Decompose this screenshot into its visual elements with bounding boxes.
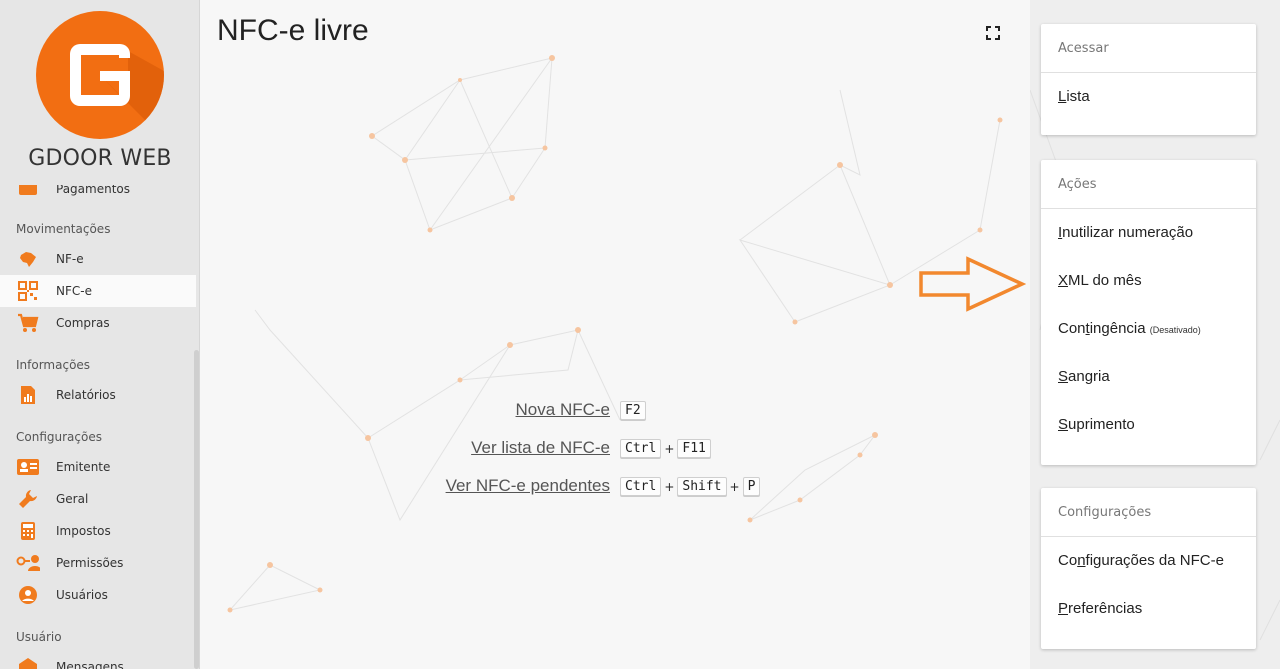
accelerator: P xyxy=(1058,600,1069,617)
ver-nfce-pendentes-link[interactable]: Ver NFC-e pendentes xyxy=(446,476,610,496)
sidebar-nav: Pagamentos Movimentações NF-e NFC-e Comp… xyxy=(0,175,196,669)
menu-item-label: ML do mês xyxy=(1068,272,1142,289)
wrench-icon xyxy=(16,489,40,509)
sidebar-item-label: Usuários xyxy=(56,588,108,602)
sidebar-item-label: Relatórios xyxy=(56,388,116,402)
shortcut-row: Nova NFC-e xyxy=(200,400,610,424)
key-ctrl: Ctrl xyxy=(620,477,662,496)
sidebar-item-label: NFC-e xyxy=(56,284,92,298)
card-configuracoes: Configurações Configurações da NFC-e Pre… xyxy=(1041,488,1256,649)
brand-name: GDOOR WEB xyxy=(28,146,172,171)
key-shift: Shift xyxy=(677,477,727,496)
sidebar-item-relatorios[interactable]: Relatórios xyxy=(0,379,196,411)
menu-item-label: Co xyxy=(1058,552,1078,569)
sidebar-item-label: NF-e xyxy=(56,252,84,266)
calculator-icon xyxy=(16,521,40,541)
key-f2: F2 xyxy=(620,401,646,420)
shortcut-row: Ver NFC-e pendentes xyxy=(200,476,610,500)
sidebar-section-title: Usuário xyxy=(16,630,62,644)
menu-item-sangria[interactable]: Sangria xyxy=(1041,353,1256,401)
disabled-note: (Desativado) xyxy=(1149,325,1201,335)
shopping-cart-icon xyxy=(16,313,40,333)
plus-sign: + xyxy=(664,479,675,494)
key-f11: F11 xyxy=(677,439,711,458)
plus-sign: + xyxy=(729,479,740,494)
sidebar-item-nfe[interactable]: NF-e xyxy=(0,243,196,275)
card-title: Acessar xyxy=(1041,24,1256,73)
sidebar-section-title: Informações xyxy=(16,358,91,372)
sidebar-item-compras[interactable]: Compras xyxy=(0,307,196,339)
menu-item-xml-do-mes[interactable]: XML do mês xyxy=(1041,257,1256,305)
sidebar-item-label: Emitente xyxy=(56,460,111,474)
sidebar-section-title: Movimentações xyxy=(16,222,111,236)
menu-item-suprimento[interactable]: Suprimento xyxy=(1041,401,1256,449)
shortcut-keys: F2 xyxy=(620,401,646,420)
arrow-right-icon xyxy=(919,256,1026,312)
card-acessar: Acessar Lista xyxy=(1041,24,1256,135)
sidebar: Pagamentos Movimentações NF-e NFC-e Comp… xyxy=(0,0,200,669)
sidebar-item-mensagens[interactable]: Mensagens xyxy=(0,651,196,669)
key-p: P xyxy=(742,477,761,496)
id-card-icon xyxy=(16,457,40,477)
report-icon xyxy=(16,385,40,405)
menu-item-label: referências xyxy=(1068,600,1143,617)
actions-panel: Acessar Lista Ações Inutilizar numeração… xyxy=(1030,0,1280,669)
sidebar-item-permissoes[interactable]: Permissões xyxy=(0,547,196,579)
card-title: Ações xyxy=(1041,160,1256,209)
shortcut-row: Ver lista de NFC-e xyxy=(200,438,610,462)
menu-item-label: nutilizar numeração xyxy=(1062,224,1194,241)
nova-nfce-link[interactable]: Nova NFC-e xyxy=(516,400,610,420)
sidebar-scrollbar[interactable] xyxy=(194,350,199,669)
ver-lista-nfce-link[interactable]: Ver lista de NFC-e xyxy=(471,438,610,458)
user-icon xyxy=(16,585,40,605)
menu-item-label: Con xyxy=(1058,320,1086,337)
accelerator: n xyxy=(1077,552,1086,569)
network-background xyxy=(227,55,1003,613)
sidebar-section-title: Configurações xyxy=(16,430,102,444)
sidebar-item-emitente[interactable]: Emitente xyxy=(0,451,196,483)
menu-item-label: angria xyxy=(1068,368,1110,385)
menu-item-configuracoes-nfce[interactable]: Configurações da NFC-e xyxy=(1041,537,1256,585)
key-user-icon xyxy=(16,553,40,573)
menu-item-lista[interactable]: Lista xyxy=(1041,73,1256,121)
menu-item-label: ingência xyxy=(1089,320,1146,337)
accelerator: X xyxy=(1058,272,1069,289)
menu-item-label: uprimento xyxy=(1068,416,1135,433)
shortcut-keys: Ctrl + F11 xyxy=(620,439,711,458)
main-content: NFC-e livre Nova NFC-e F2 Ver lista de N… xyxy=(200,0,1039,669)
logo-area: GDOOR WEB xyxy=(0,0,199,185)
menu-item-label: figurações da NFC-e xyxy=(1085,552,1224,569)
menu-item-label: ista xyxy=(1066,88,1090,105)
message-icon xyxy=(16,657,40,669)
accelerator: S xyxy=(1058,368,1069,385)
sidebar-item-label: Compras xyxy=(56,316,110,330)
fullscreen-icon[interactable] xyxy=(986,26,1000,40)
key-ctrl: Ctrl xyxy=(620,439,662,458)
sidebar-item-impostos[interactable]: Impostos xyxy=(0,515,196,547)
sidebar-item-label: Geral xyxy=(56,492,89,506)
menu-item-contingencia[interactable]: Contingência (Desativado) xyxy=(1041,305,1256,353)
card-title: Configurações xyxy=(1041,488,1256,537)
card-acoes: Ações Inutilizar numeração XML do mês Co… xyxy=(1041,160,1256,465)
sidebar-item-label: Mensagens xyxy=(56,660,124,669)
brazil-map-icon xyxy=(16,249,40,269)
sidebar-item-usuarios[interactable]: Usuários xyxy=(0,579,196,611)
sidebar-item-label: Permissões xyxy=(56,556,124,570)
gdoor-logo[interactable] xyxy=(36,11,164,139)
menu-item-preferencias[interactable]: Preferências xyxy=(1041,585,1256,633)
accelerator: S xyxy=(1058,416,1069,433)
shortcut-keys: Ctrl + Shift + P xyxy=(620,477,761,496)
plus-sign: + xyxy=(664,441,675,456)
page-title: NFC-e livre xyxy=(217,14,369,47)
sidebar-item-label: Impostos xyxy=(56,524,111,538)
menu-item-inutilizar-numeracao[interactable]: Inutilizar numeração xyxy=(1041,209,1256,257)
sidebar-item-geral[interactable]: Geral xyxy=(0,483,196,515)
qr-code-icon xyxy=(16,281,40,301)
sidebar-item-nfce[interactable]: NFC-e xyxy=(0,275,196,307)
